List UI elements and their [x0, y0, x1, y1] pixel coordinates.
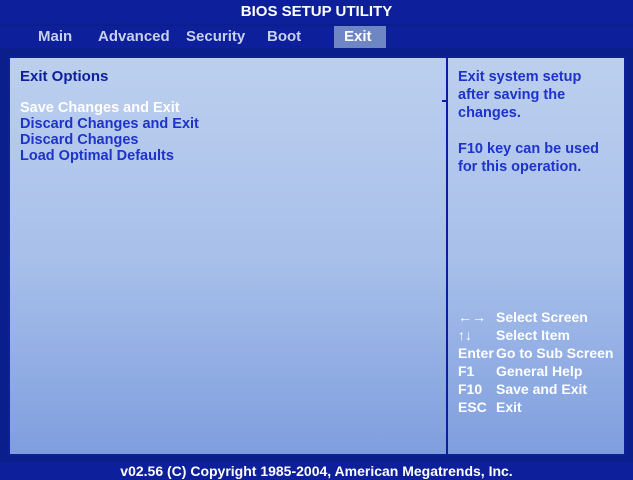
help-text: Exit system setup after saving the chang…	[458, 68, 618, 194]
option-discard-changes[interactable]: Discard Changes	[20, 132, 199, 148]
content-panel: Exit Options Save Changes and Exit Disca…	[8, 56, 626, 456]
option-save-changes-and-exit[interactable]: Save Changes and Exit	[20, 100, 199, 116]
option-load-optimal-defaults[interactable]: Load Optimal Defaults	[20, 148, 199, 164]
key-row: F1 General Help	[458, 362, 613, 380]
menu-bar: Main Advanced Security Boot Exit	[0, 26, 633, 48]
key-label: Enter	[458, 345, 494, 361]
key-legend: ←→ Select Screen ↑↓ Select Item Enter Go to…	[458, 308, 613, 416]
window-title: BIOS SETUP UTILITY	[0, 0, 633, 24]
key-desc: Select Item	[496, 327, 570, 343]
key-row: ↑↓ Select Item	[458, 326, 613, 344]
help-description: Exit system setup after saving the chang…	[458, 69, 582, 121]
options-pane: Exit Options Save Changes and Exit Disca…	[10, 58, 446, 454]
key-desc: Exit	[496, 399, 522, 415]
help-pane: Exit system setup after saving the chang…	[448, 58, 624, 454]
key-desc: Go to Sub Screen	[496, 345, 614, 361]
key-label: ESC	[458, 399, 487, 415]
arrows-left-right-icon: ←→	[458, 309, 486, 325]
arrows-up-down-icon: ↑↓	[458, 327, 472, 343]
bios-screen: BIOS SETUP UTILITY Main Advanced Securit…	[0, 0, 633, 480]
option-discard-changes-and-exit[interactable]: Discard Changes and Exit	[20, 116, 199, 132]
key-label: F10	[458, 381, 483, 397]
key-row: ←→ Select Screen	[458, 308, 613, 326]
tab-security[interactable]: Security	[176, 26, 255, 48]
exit-options-list: Save Changes and Exit Discard Changes an…	[20, 100, 199, 164]
tab-main[interactable]: Main	[28, 26, 82, 48]
key-label: F1	[458, 363, 475, 379]
key-desc: Select Screen	[496, 309, 588, 325]
tab-advanced[interactable]: Advanced	[88, 26, 180, 48]
key-desc: General Help	[496, 363, 583, 379]
section-title: Exit Options	[20, 68, 109, 85]
tab-boot[interactable]: Boot	[257, 26, 311, 48]
key-row: ESC Exit	[458, 398, 613, 416]
tab-exit[interactable]: Exit	[334, 26, 386, 48]
key-row: Enter Go to Sub Screen	[458, 344, 613, 362]
key-row: F10 Save and Exit	[458, 380, 613, 398]
help-note: F10 key can be used for this operation.	[458, 141, 600, 175]
key-desc: Save and Exit	[496, 381, 588, 397]
copyright-footer: v02.56 (C) Copyright 1985-2004, American…	[0, 462, 633, 480]
